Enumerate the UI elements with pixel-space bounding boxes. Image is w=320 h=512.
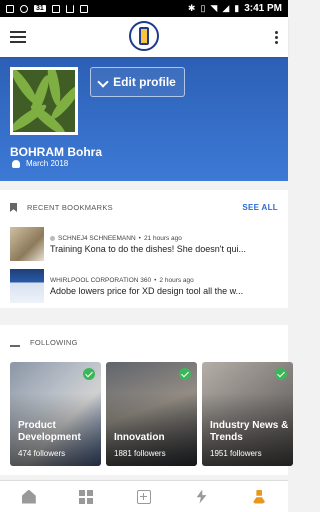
pencil-icon: [97, 76, 109, 88]
grid-icon[interactable]: [79, 489, 94, 504]
following-card: FOLLOWING Product Development 474 follow…: [0, 325, 293, 475]
tile-name-line: Product: [18, 420, 56, 431]
following-tiles: Product Development 474 followers Innova…: [0, 362, 293, 466]
check-icon: [179, 368, 191, 380]
following-heading: FOLLOWING: [30, 338, 78, 347]
following-tile[interactable]: Innovation 1881 followers: [106, 362, 197, 466]
profile-header: Edit profile BOHRAM Bohra March 2018: [0, 57, 288, 181]
bookmark-text: SCHNEJ4 SCHNEEMANN • 21 hours ago Traini…: [50, 235, 278, 254]
bottom-navigation: [0, 480, 288, 512]
bookmark-icon: [10, 203, 17, 212]
add-icon[interactable]: [136, 489, 151, 504]
meta-separator: •: [138, 234, 141, 242]
app-header: [0, 17, 288, 57]
bookmark-thumbnail: [10, 269, 44, 303]
signal-icon: ◢: [222, 3, 230, 13]
battery-icon: ▮: [234, 3, 240, 13]
following-header: FOLLOWING: [0, 325, 288, 360]
joined-date: March 2018: [26, 159, 69, 168]
bookmark-thumbnail: [10, 227, 44, 261]
bluetooth-icon: ✱: [187, 3, 196, 13]
bookmark-source: WHIRLPOOL CORPORATION 360: [50, 276, 152, 284]
bookmark-item[interactable]: SCHNEJ4 SCHNEEMANN • 21 hours ago Traini…: [0, 225, 288, 263]
phone-logo-icon: [139, 27, 149, 45]
profile-joined: March 2018: [12, 159, 68, 168]
status-bar: 31 ✱ ▯ ◥ ◢ ▮ 3:41 PM: [0, 0, 288, 17]
profile-name: BOHRAM Bohra: [10, 145, 102, 159]
edit-profile-label: Edit profile: [113, 75, 176, 89]
lightning-icon[interactable]: [196, 489, 207, 504]
see-all-link[interactable]: SEE ALL: [242, 203, 278, 212]
tile-followers: 474 followers: [18, 449, 66, 458]
bookmark-source: SCHNEJ4 SCHNEEMANN: [58, 234, 136, 242]
tile-name-line: Development: [18, 432, 81, 443]
tile-followers: 1951 followers: [210, 449, 262, 458]
following-tile[interactable]: Industry News & Trends 1951 followers: [202, 362, 293, 466]
avatar[interactable]: [10, 67, 78, 135]
bookmark-text: WHIRLPOOL CORPORATION 360 • 2 hours ago …: [50, 277, 278, 296]
bookmark-title: Training Kona to do the dishes! She does…: [50, 243, 247, 254]
status-left: 31: [6, 4, 188, 13]
following-tile[interactable]: Product Development 474 followers: [10, 362, 101, 466]
tile-name: Innovation: [114, 432, 165, 444]
bookmark-meta: WHIRLPOOL CORPORATION 360 • 2 hours ago: [50, 277, 278, 284]
tile-name-line: Industry News &: [210, 420, 289, 431]
bookmark-time: 21 hours ago: [143, 234, 182, 242]
bookmarks-heading: RECENT BOOKMARKS: [27, 203, 113, 212]
tile-name: Industry News & Trends: [210, 420, 288, 444]
home-icon[interactable]: [21, 489, 36, 504]
calendar-icon: 31: [34, 5, 46, 12]
tile-followers: 1881 followers: [114, 449, 166, 458]
person-icon: [12, 159, 20, 168]
tile-name-line: Innovation: [114, 432, 165, 443]
sync-icon: [20, 4, 28, 13]
user-avatar-icon: [50, 235, 55, 241]
app-logo[interactable]: [129, 21, 159, 51]
activity-icon: [10, 339, 20, 347]
download-icon: [65, 4, 74, 13]
bookmark-time: 2 hours ago: [159, 276, 194, 284]
bookmarks-header: RECENT BOOKMARKS SEE ALL: [0, 190, 288, 225]
bookmark-title: Adobe lowers price for XD design tool al…: [50, 285, 244, 296]
tile-name: Product Development: [18, 420, 81, 444]
bookmark-meta: SCHNEJ4 SCHNEEMANN • 21 hours ago: [50, 235, 278, 242]
check-icon: [275, 368, 287, 380]
notification-icon: [6, 4, 14, 13]
overflow-menu-icon[interactable]: [275, 30, 278, 44]
hamburger-icon[interactable]: [10, 31, 26, 43]
mail-icon: [51, 4, 60, 13]
photo-icon: [79, 4, 88, 13]
wifi-icon: ◥: [210, 3, 218, 13]
vibrate-icon: ▯: [200, 3, 206, 13]
meta-separator: •: [154, 276, 157, 284]
profile-icon[interactable]: [252, 489, 267, 504]
status-right: ✱ ▯ ◥ ◢ ▮ 3:41 PM: [188, 3, 282, 14]
status-time: 3:41 PM: [244, 3, 282, 14]
edit-profile-button[interactable]: Edit profile: [90, 67, 185, 97]
check-icon: [83, 368, 95, 380]
bookmark-item[interactable]: WHIRLPOOL CORPORATION 360 • 2 hours ago …: [0, 267, 288, 305]
recent-bookmarks-card: RECENT BOOKMARKS SEE ALL SCHNEJ4 SCHNEEM…: [0, 190, 288, 308]
tile-name-line: Trends: [210, 432, 243, 443]
